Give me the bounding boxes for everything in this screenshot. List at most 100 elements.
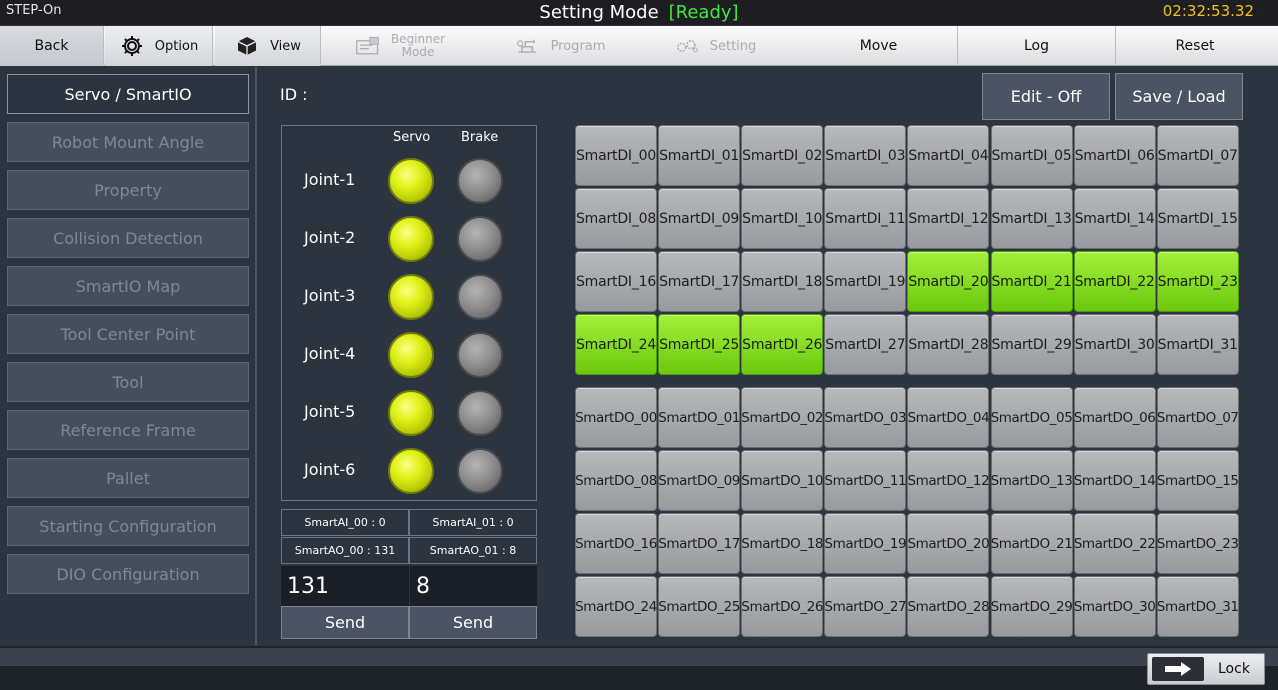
- back-button[interactable]: Back: [0, 26, 104, 66]
- smart-do-button-12[interactable]: SmartDO_12: [907, 450, 990, 511]
- smart-di-button-13[interactable]: SmartDI_13: [990, 188, 1073, 249]
- smart-di-button-31[interactable]: SmartDI_31: [1156, 314, 1239, 375]
- smart-do-button-07[interactable]: SmartDO_07: [1156, 387, 1239, 448]
- smart-di-button-07[interactable]: SmartDI_07: [1156, 125, 1239, 186]
- smart-do-button-04[interactable]: SmartDO_04: [907, 387, 990, 448]
- send-ao-01-button[interactable]: Send: [409, 606, 537, 639]
- smart-do-button-25[interactable]: SmartDO_25: [658, 576, 740, 637]
- smart-di-button-19[interactable]: SmartDI_19: [824, 251, 907, 312]
- sidebar-item-pallet[interactable]: Pallet: [7, 458, 249, 498]
- smart-di-button-29[interactable]: SmartDI_29: [990, 314, 1073, 375]
- smart-do-button-24[interactable]: SmartDO_24: [575, 576, 657, 637]
- smart-do-button-00[interactable]: SmartDO_00: [575, 387, 657, 448]
- sidebar-item-property[interactable]: Property: [7, 170, 249, 210]
- smart-ao-01-input[interactable]: 8: [410, 566, 537, 606]
- joint-1-label: Joint-1: [304, 170, 356, 189]
- smart-do-button-17[interactable]: SmartDO_17: [658, 513, 740, 574]
- smart-di-button-16[interactable]: SmartDI_16: [575, 251, 657, 312]
- smart-do-button-23[interactable]: SmartDO_23: [1156, 513, 1239, 574]
- smart-do-button-01[interactable]: SmartDO_01: [658, 387, 740, 448]
- smart-di-button-30[interactable]: SmartDI_30: [1073, 314, 1156, 375]
- smart-di-button-14[interactable]: SmartDI_14: [1073, 188, 1156, 249]
- smart-do-button-29[interactable]: SmartDO_29: [990, 576, 1073, 637]
- save-load-button[interactable]: Save / Load: [1115, 73, 1243, 120]
- beginner-mode-button[interactable]: Beginner Mode: [330, 26, 470, 66]
- smart-do-button-31[interactable]: SmartDO_31: [1156, 576, 1239, 637]
- reset-button[interactable]: Reset: [1116, 26, 1274, 66]
- smart-di-button-01[interactable]: SmartDI_01: [658, 125, 741, 186]
- sidebar-item-tool-center-point[interactable]: Tool Center Point: [7, 314, 249, 354]
- smart-do-button-06[interactable]: SmartDO_06: [1073, 387, 1156, 448]
- smart-di-button-12[interactable]: SmartDI_12: [907, 188, 990, 249]
- sidebar-item-servo-smartio[interactable]: Servo / SmartIO: [7, 74, 249, 114]
- smart-di-button-25[interactable]: SmartDI_25: [658, 314, 741, 375]
- smart-do-button-16[interactable]: SmartDO_16: [575, 513, 657, 574]
- smart-di-button-15[interactable]: SmartDI_15: [1156, 188, 1239, 249]
- smart-di-button-21[interactable]: SmartDI_21: [990, 251, 1073, 312]
- smart-di-button-27[interactable]: SmartDI_27: [824, 314, 907, 375]
- sidebar-item-reference-frame[interactable]: Reference Frame: [7, 410, 249, 450]
- smart-do-button-22[interactable]: SmartDO_22: [1073, 513, 1156, 574]
- smart-di-button-10[interactable]: SmartDI_10: [741, 188, 824, 249]
- move-label: Move: [859, 38, 898, 54]
- smart-di-button-08[interactable]: SmartDI_08: [575, 188, 657, 249]
- smart-di-button-02[interactable]: SmartDI_02: [741, 125, 824, 186]
- smart-do-button-18[interactable]: SmartDO_18: [741, 513, 823, 574]
- smart-di-button-06[interactable]: SmartDI_06: [1073, 125, 1156, 186]
- sidebar-item-starting-configuration[interactable]: Starting Configuration: [7, 506, 249, 546]
- smart-di-button-22[interactable]: SmartDI_22: [1073, 251, 1156, 312]
- edit-toggle-button[interactable]: Edit - Off: [982, 73, 1110, 120]
- smart-di-button-05[interactable]: SmartDI_05: [990, 125, 1073, 186]
- smart-do-button-14[interactable]: SmartDO_14: [1073, 450, 1156, 511]
- smart-do-button-10[interactable]: SmartDO_10: [741, 450, 823, 511]
- smart-di-button-28[interactable]: SmartDI_28: [907, 314, 990, 375]
- sidebar-item-collision-detection[interactable]: Collision Detection: [7, 218, 249, 258]
- smart-di-button-09[interactable]: SmartDI_09: [658, 188, 741, 249]
- smart-do-button-11[interactable]: SmartDO_11: [824, 450, 907, 511]
- option-button[interactable]: Option: [105, 26, 213, 66]
- smart-do-button-19[interactable]: SmartDO_19: [824, 513, 907, 574]
- smart-do-button-30[interactable]: SmartDO_30: [1073, 576, 1156, 637]
- smart-di-button-11[interactable]: SmartDI_11: [824, 188, 907, 249]
- smart-do-button-28[interactable]: SmartDO_28: [907, 576, 990, 637]
- sidebar-item-tool[interactable]: Tool: [7, 362, 249, 402]
- setting-button[interactable]: Setting: [640, 26, 790, 66]
- smart-di-button-20[interactable]: SmartDI_20: [907, 251, 990, 312]
- back-label: Back: [34, 38, 69, 54]
- joint-2-label: Joint-2: [304, 228, 356, 247]
- joint-4-label: Joint-4: [304, 344, 356, 363]
- menu-bar: Back Option View Beginner Mode Program Se…: [0, 26, 1278, 66]
- smart-do-button-03[interactable]: SmartDO_03: [824, 387, 907, 448]
- smart-ai-00-readout: SmartAI_00 : 0: [281, 509, 409, 536]
- servo-led-joint-2: [388, 216, 434, 262]
- smart-di-button-17[interactable]: SmartDI_17: [658, 251, 741, 312]
- smart-do-button-27[interactable]: SmartDO_27: [824, 576, 907, 637]
- smart-di-button-18[interactable]: SmartDI_18: [741, 251, 824, 312]
- smart-ao-00-input[interactable]: 131: [281, 566, 409, 606]
- lock-button[interactable]: Lock: [1147, 653, 1265, 685]
- smart-di-button-23[interactable]: SmartDI_23: [1156, 251, 1239, 312]
- sidebar-item-smartio-map[interactable]: SmartIO Map: [7, 266, 249, 306]
- smart-do-button-15[interactable]: SmartDO_15: [1156, 450, 1239, 511]
- view-button[interactable]: View: [215, 26, 321, 66]
- smart-di-button-26[interactable]: SmartDI_26: [741, 314, 824, 375]
- log-button[interactable]: Log: [958, 26, 1116, 66]
- smart-do-button-13[interactable]: SmartDO_13: [990, 450, 1073, 511]
- setting-gears-icon: [674, 35, 700, 57]
- smart-do-button-05[interactable]: SmartDO_05: [990, 387, 1073, 448]
- sidebar-item-dio-configuration[interactable]: DIO Configuration: [7, 554, 249, 594]
- smart-di-button-00[interactable]: SmartDI_00: [575, 125, 657, 186]
- program-button[interactable]: Program: [480, 26, 640, 66]
- smart-do-button-21[interactable]: SmartDO_21: [990, 513, 1073, 574]
- smart-do-button-20[interactable]: SmartDO_20: [907, 513, 990, 574]
- smart-do-button-26[interactable]: SmartDO_26: [741, 576, 823, 637]
- smart-di-button-04[interactable]: SmartDI_04: [907, 125, 990, 186]
- smart-do-button-08[interactable]: SmartDO_08: [575, 450, 657, 511]
- smart-di-button-24[interactable]: SmartDI_24: [575, 314, 657, 375]
- move-button[interactable]: Move: [800, 26, 958, 66]
- smart-do-button-02[interactable]: SmartDO_02: [741, 387, 823, 448]
- send-ao-00-button[interactable]: Send: [281, 606, 409, 639]
- sidebar-item-robot-mount-angle[interactable]: Robot Mount Angle: [7, 122, 249, 162]
- smart-do-button-09[interactable]: SmartDO_09: [658, 450, 740, 511]
- smart-di-button-03[interactable]: SmartDI_03: [824, 125, 907, 186]
